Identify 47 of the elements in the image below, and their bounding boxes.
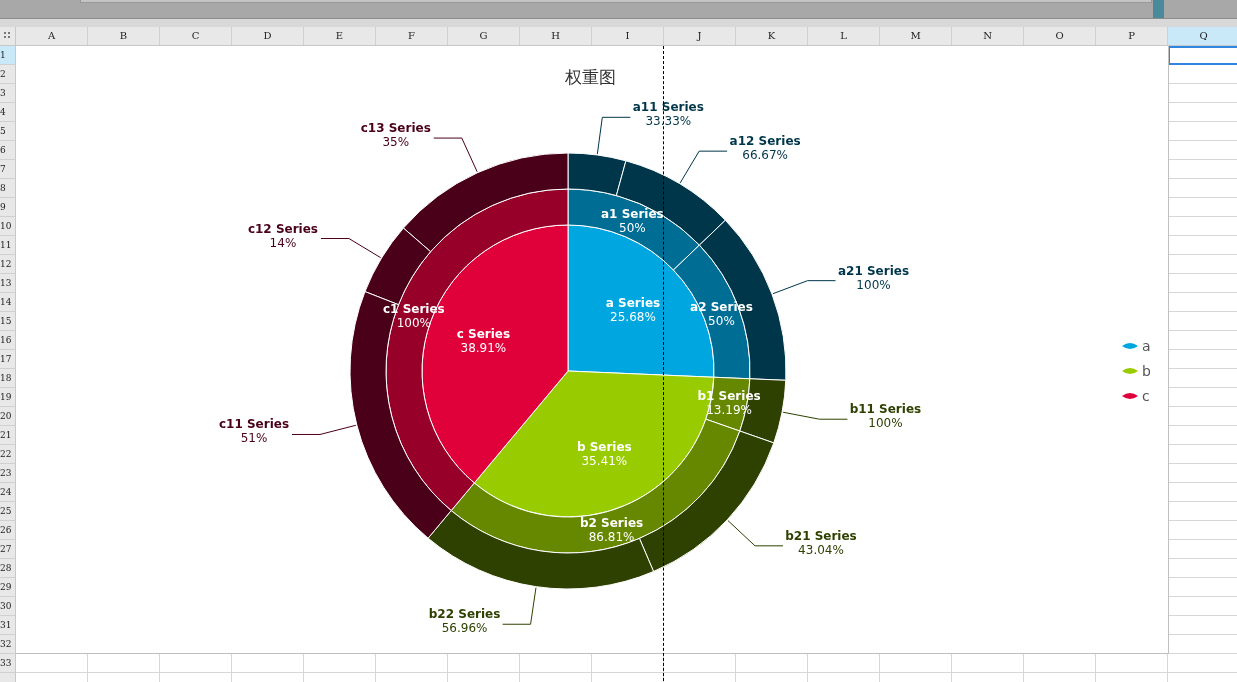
column-header[interactable]: N <box>952 27 1024 45</box>
column-header[interactable]: M <box>880 27 952 45</box>
column-header[interactable]: A <box>16 27 88 45</box>
leader-line <box>502 587 537 625</box>
column-header[interactable]: C <box>160 27 232 45</box>
leader-line <box>433 137 478 173</box>
legend-label: c <box>1142 388 1150 404</box>
column-header[interactable]: D <box>232 27 304 45</box>
column-header[interactable]: E <box>304 27 376 45</box>
data-label: c11 Series 51% <box>218 417 290 446</box>
data-label: b21 Series 43.04% <box>785 528 857 557</box>
data-label: b22 Series 56.96% <box>428 607 501 636</box>
legend-label: a <box>1142 338 1151 354</box>
leader-line <box>291 424 357 435</box>
column-header[interactable]: B <box>88 27 160 45</box>
data-label: c Series 38.91% <box>456 327 511 356</box>
column-header[interactable]: J <box>664 27 736 45</box>
leader-line <box>596 116 631 155</box>
legend-label: b <box>1142 363 1151 379</box>
data-label: a12 Series 66.67% <box>729 134 801 163</box>
column-header[interactable]: G <box>448 27 520 45</box>
leader-line <box>782 411 848 420</box>
column-header[interactable]: L <box>808 27 880 45</box>
data-label: c12 Series 14% <box>247 221 318 250</box>
column-header[interactable]: F <box>376 27 448 45</box>
chart-title: 权重图 <box>564 67 616 87</box>
data-label: a21 Series 100% <box>838 263 910 292</box>
grip-icon <box>3 32 12 40</box>
leader-line <box>679 150 728 184</box>
data-label: b Series 35.41% <box>576 440 632 469</box>
data-label: a11 Series 33.33% <box>632 100 704 129</box>
data-label: a Series 25.68% <box>605 295 661 324</box>
data-label: b2 Series 86.81% <box>579 516 644 545</box>
data-label: b11 Series 100% <box>849 402 922 431</box>
column-header[interactable]: I <box>592 27 664 45</box>
column-header[interactable]: H <box>520 27 592 45</box>
scroll-thumb[interactable] <box>1153 0 1164 18</box>
leader-line <box>772 280 837 295</box>
row-header[interactable]: 1 <box>0 46 16 65</box>
row-header[interactable]: 33 <box>0 654 16 673</box>
column-header[interactable]: Q <box>1168 27 1237 45</box>
leader-line <box>320 238 382 259</box>
data-label: a1 Series 50% <box>601 207 664 236</box>
column-header[interactable]: K <box>736 27 808 45</box>
leader-line <box>727 520 784 547</box>
column-header[interactable]: O <box>1024 27 1096 45</box>
data-label: c13 Series 35% <box>360 121 431 150</box>
